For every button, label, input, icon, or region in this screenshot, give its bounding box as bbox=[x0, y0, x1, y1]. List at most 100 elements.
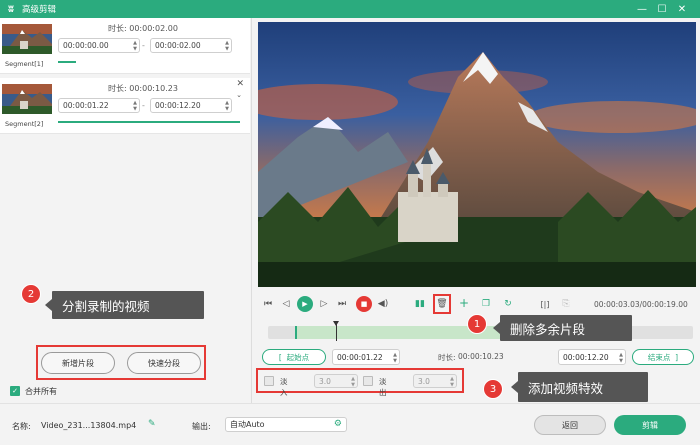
segment-label: Segment[1] bbox=[5, 60, 44, 68]
segment-range-bar bbox=[58, 121, 240, 123]
end-time-value: 00:00:02.00 bbox=[155, 41, 201, 50]
callout-split-video: 分割录制的视频 bbox=[45, 291, 204, 319]
end-time-value: 00:00:12.20 bbox=[155, 101, 201, 110]
segment-end-time[interactable]: 00:00:12.20 ▲ ▼ bbox=[150, 98, 232, 113]
back-button[interactable]: 返回 bbox=[534, 415, 606, 435]
bracket-right: ] bbox=[675, 352, 679, 362]
file-name-value: Video_231...13804.mp4 bbox=[41, 421, 137, 430]
callout-number-3: 3 bbox=[483, 379, 503, 399]
segment-thumbnail bbox=[2, 84, 52, 114]
time-stepper-icon[interactable]: ▲ ▼ bbox=[225, 40, 229, 52]
duration-value: 00:00:02.00 bbox=[129, 24, 178, 33]
merge-all-option[interactable]: ✓ 合并所有 bbox=[10, 385, 57, 397]
skip-start-icon[interactable]: ⏮ bbox=[262, 298, 274, 310]
step-back-icon[interactable]: ◁ bbox=[280, 298, 292, 310]
pencil-icon[interactable]: ✎ bbox=[148, 419, 156, 429]
quick-split-button[interactable]: 快速分段 bbox=[127, 352, 201, 374]
range-end-time[interactable]: 00:00:12.20 ▲ ▼ bbox=[558, 349, 626, 365]
gear-icon[interactable]: ⚙ bbox=[334, 419, 342, 429]
set-start-button[interactable]: [ 起始点 bbox=[262, 349, 326, 365]
chevron-down-icon[interactable]: ⌄ bbox=[236, 91, 242, 99]
maximize-button[interactable]: ☐ bbox=[652, 0, 672, 18]
name-label: 名称: bbox=[12, 422, 31, 431]
step-forward-icon[interactable]: ▷ bbox=[318, 298, 330, 310]
cut-button[interactable]: 剪辑 bbox=[614, 415, 686, 435]
fade-out-duration[interactable]: 3.0 ▲ ▼ bbox=[413, 374, 457, 388]
time-stepper-icon[interactable]: ▲ ▼ bbox=[450, 376, 454, 388]
range-separator: - bbox=[142, 41, 145, 50]
playback-time: 00:00:03.03/00:00:19.00 bbox=[594, 300, 688, 309]
playback-controls: ⏮ ◁ ▶ ▷ ⏭ ■ ◀) ▮▮ 🗑 + ❐ ↻ [|] ⎘ 00:00:03… bbox=[252, 290, 700, 405]
output-label: 输出: bbox=[192, 422, 211, 431]
segment-item-2[interactable]: Segment[2] 时长: 00:00:10.23 00:00:01.22 ▲… bbox=[0, 78, 250, 134]
time-stepper-icon[interactable]: ▲ ▼ bbox=[393, 352, 397, 364]
range-separator: - bbox=[142, 101, 145, 110]
new-segment-button[interactable]: 新增片段 bbox=[41, 352, 115, 374]
end-button-label: 结束点 bbox=[647, 352, 671, 362]
duration-label: 时长: bbox=[108, 84, 127, 93]
segment-label: Segment[2] bbox=[5, 120, 44, 128]
callout-number-2: 2 bbox=[21, 284, 41, 304]
segment-duration: 时长: 00:00:10.23 bbox=[108, 83, 178, 94]
merge-all-label: 合并所有 bbox=[25, 386, 57, 396]
export-frame-icon[interactable]: ⎘ bbox=[560, 298, 572, 310]
time-stepper-icon[interactable]: ▲ ▼ bbox=[351, 376, 355, 388]
segment-start-time[interactable]: 00:00:01.22 ▲ ▼ bbox=[58, 98, 140, 113]
output-format-select[interactable]: 自动Auto ⚙ bbox=[225, 417, 347, 432]
range-duration-value: 00:00:10.23 bbox=[458, 352, 504, 361]
range-start-time[interactable]: 00:00:01.22 ▲ ▼ bbox=[332, 349, 400, 365]
rabbit-logo-icon: ʬ bbox=[8, 3, 14, 15]
output-format-value: 自动Auto bbox=[230, 420, 265, 429]
range-controls: [ 起始点 00:00:01.22 ▲ ▼ 时长: 00:00:10.23 00:… bbox=[262, 349, 694, 365]
time-stepper-icon[interactable]: ▲ ▼ bbox=[133, 40, 137, 52]
duration-label: 时长: bbox=[108, 24, 127, 33]
fade-in-duration[interactable]: 3.0 ▲ ▼ bbox=[314, 374, 358, 388]
range-duration-label: 时长: bbox=[438, 353, 456, 362]
time-stepper-icon[interactable]: ▲ ▼ bbox=[133, 100, 137, 112]
set-end-button[interactable]: 结束点 ] bbox=[632, 349, 694, 365]
title-bar: ʬ 高级剪辑 bbox=[0, 0, 700, 18]
callout-add-effects: 添加视频特效 bbox=[511, 372, 648, 402]
range-end-value: 00:00:12.20 bbox=[563, 352, 609, 362]
play-icon[interactable]: ▶ bbox=[297, 296, 313, 312]
segment-list-panel: Segment[1] 时长: 00:00:02.00 00:00:00.00 ▲… bbox=[0, 18, 252, 403]
start-time-value: 00:00:01.22 bbox=[63, 101, 109, 110]
segment-range-bar bbox=[58, 61, 76, 63]
segment-end-time[interactable]: 00:00:02.00 ▲ ▼ bbox=[150, 38, 232, 53]
volume-icon[interactable]: ◀) bbox=[376, 298, 390, 310]
duration-value: 00:00:10.23 bbox=[129, 84, 178, 93]
video-preview[interactable] bbox=[258, 22, 696, 287]
copy-icon[interactable]: ❐ bbox=[480, 298, 492, 310]
fade-out-label: 淡出 bbox=[379, 377, 387, 397]
undo-icon[interactable]: ↻ bbox=[502, 298, 514, 310]
close-window-button[interactable]: ✕ bbox=[672, 0, 692, 18]
time-stepper-icon[interactable]: ▲ ▼ bbox=[225, 100, 229, 112]
segment-item-1[interactable]: Segment[1] 时长: 00:00:02.00 00:00:00.00 ▲… bbox=[0, 18, 250, 74]
delete-icon[interactable]: 🗑 bbox=[436, 298, 448, 310]
bracket-left: [ bbox=[278, 352, 282, 362]
fade-in-value: 3.0 bbox=[319, 376, 331, 386]
start-button-label: 起始点 bbox=[286, 352, 310, 362]
close-icon[interactable]: ✕ bbox=[236, 79, 244, 89]
skip-end-icon[interactable]: ⏭ bbox=[336, 298, 348, 310]
record-stop-icon[interactable]: ■ bbox=[356, 296, 372, 312]
segment-duration: 时长: 00:00:02.00 bbox=[108, 23, 178, 34]
playhead[interactable] bbox=[332, 321, 339, 341]
time-stepper-icon[interactable]: ▲ ▼ bbox=[619, 352, 623, 364]
start-time-value: 00:00:00.00 bbox=[63, 41, 109, 50]
checkbox-checked-icon[interactable]: ✓ bbox=[10, 386, 20, 396]
range-start-value: 00:00:01.22 bbox=[337, 352, 383, 362]
fade-out-value: 3.0 bbox=[418, 376, 430, 386]
split-icon[interactable]: ▮▮ bbox=[414, 298, 426, 310]
crop-icon[interactable]: [|] bbox=[538, 298, 552, 310]
fade-in-checkbox[interactable] bbox=[264, 376, 274, 386]
bottom-bar: 名称: Video_231...13804.mp4 ✎ 输出: 自动Auto ⚙… bbox=[0, 403, 700, 445]
segment-thumbnail bbox=[2, 24, 52, 54]
segment-start-time[interactable]: 00:00:00.00 ▲ ▼ bbox=[58, 38, 140, 53]
fade-out-checkbox[interactable] bbox=[363, 376, 373, 386]
callout-delete-segment: 删除多余片段 bbox=[493, 315, 632, 341]
add-icon[interactable]: + bbox=[458, 296, 470, 310]
callout-number-1: 1 bbox=[467, 314, 487, 334]
minimize-button[interactable]: — bbox=[632, 0, 652, 18]
fade-in-label: 淡入 bbox=[280, 377, 288, 397]
